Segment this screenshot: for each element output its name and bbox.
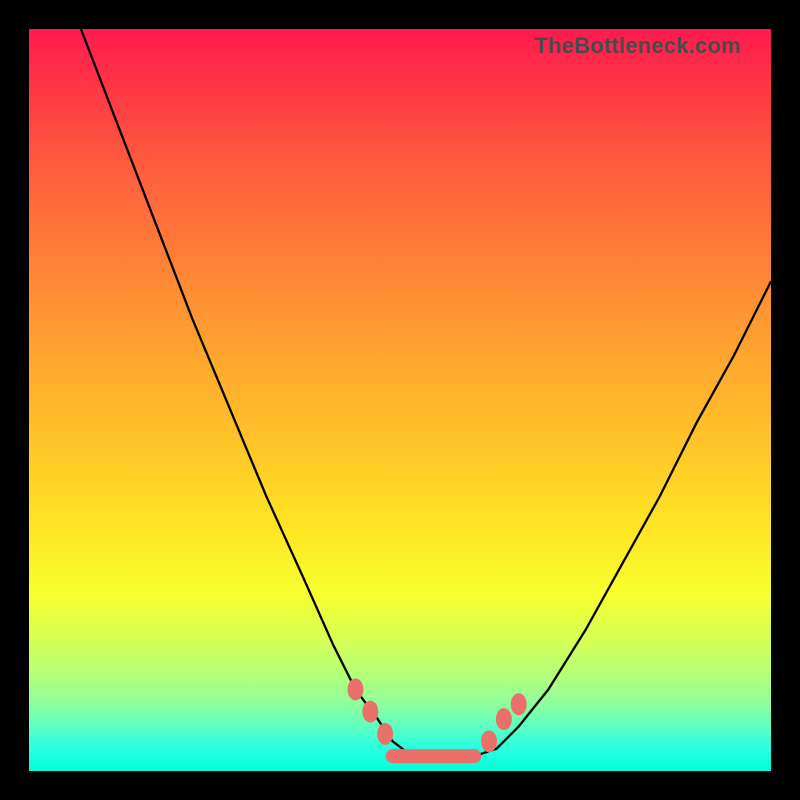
- right-curve-markers: [481, 693, 527, 752]
- curve-marker: [377, 723, 393, 745]
- left-curve: [81, 29, 422, 756]
- left-curve-markers: [347, 678, 393, 745]
- curve-marker: [362, 701, 378, 723]
- chart-frame: TheBottleneck.com: [0, 0, 800, 800]
- curve-marker: [347, 678, 363, 700]
- curve-marker: [511, 693, 527, 715]
- right-curve: [474, 281, 771, 756]
- curves-svg: [29, 29, 771, 771]
- curve-marker: [481, 730, 497, 752]
- curve-marker: [496, 708, 512, 730]
- plot-area: TheBottleneck.com: [29, 29, 771, 771]
